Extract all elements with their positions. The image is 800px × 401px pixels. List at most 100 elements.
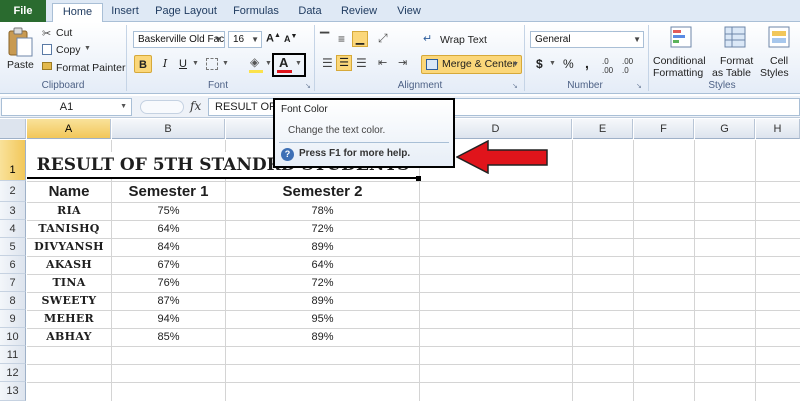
tab-insert[interactable]: Insert [106,3,144,22]
underline-button[interactable]: U [174,55,192,73]
column-header-g[interactable]: G [695,119,755,139]
alignment-dialog-launcher-icon[interactable]: ↘ [512,82,518,90]
wrap-text-button[interactable]: Wrap Text [440,34,487,46]
cell-semester-2[interactable]: 89% [226,292,419,310]
cell-name[interactable]: ABHAY [27,328,111,346]
cell-semester-2[interactable]: 64% [226,256,419,274]
font-color-button[interactable]: A [277,55,293,73]
orientation-icon[interactable]: ⤢ [378,31,388,46]
row-header[interactable]: 6 [0,256,26,274]
align-top-icon[interactable]: ▔ [320,32,329,46]
italic-button[interactable]: I [156,55,174,73]
row-header[interactable]: 8 [0,292,26,310]
align-right-icon[interactable]: ☰ [356,56,367,70]
increase-indent-icon[interactable]: ⇥ [398,56,407,69]
cell-name[interactable]: RIA [27,202,111,220]
cell-semester-1[interactable]: 87% [112,292,225,310]
cell-semester-2[interactable]: 89% [226,238,419,256]
chevron-down-icon[interactable]: ▼ [549,60,556,67]
increase-decimal-icon[interactable]: .0.00 [602,57,613,75]
number-format-select[interactable]: General ▼ [530,31,644,48]
row-header[interactable]: 9 [0,310,26,328]
cell-semester-2[interactable]: 72% [226,274,419,292]
row-header[interactable]: 1 [0,140,26,181]
chevron-down-icon[interactable]: ▼ [512,56,519,73]
align-center-icon[interactable]: ☰ [336,55,352,71]
cell-semester-1[interactable]: 84% [112,238,225,256]
decrease-decimal-icon[interactable]: .00.0 [622,57,633,75]
borders-icon[interactable] [206,58,218,70]
cell-semester-2[interactable]: 72% [226,220,419,238]
header-cell-name[interactable]: Name [27,181,111,202]
chevron-down-icon[interactable]: ▼ [192,60,199,67]
cell-name[interactable]: AKASH [27,256,111,274]
header-cell-semester-2[interactable]: Semester 2 [226,181,419,202]
cell-name[interactable]: TANISHQ [27,220,111,238]
fill-color-icon[interactable]: ◈ [250,55,259,69]
merge-center-button[interactable]: Merge & Center ▼ [421,55,522,74]
conditional-formatting-button[interactable]: Conditional Formatting [652,25,710,79]
shrink-font-icon[interactable]: A▼ [284,33,297,44]
tab-home[interactable]: Home [52,3,103,23]
chevron-down-icon[interactable]: ▼ [265,60,272,67]
tab-file[interactable]: File [0,0,46,22]
column-header-h[interactable]: H [756,119,800,139]
tab-data[interactable]: Data [292,3,328,22]
chevron-down-icon[interactable]: ▼ [222,60,229,67]
cell-semester-1[interactable]: 75% [112,202,225,220]
cell-semester-1[interactable]: 64% [112,220,225,238]
font-dialog-launcher-icon[interactable]: ↘ [305,82,311,90]
copy-button[interactable]: Copy [56,44,81,56]
row-header[interactable]: 4 [0,220,26,238]
cell-name[interactable]: TINA [27,274,111,292]
currency-button[interactable]: $ [536,57,543,71]
cell-name[interactable]: MEHER [27,310,111,328]
align-bottom-icon[interactable]: ▁ [352,31,368,47]
header-cell-semester-1[interactable]: Semester 1 [112,181,225,202]
row-header[interactable]: 12 [0,364,26,382]
tab-view[interactable]: View [390,3,428,22]
insert-function-button[interactable]: fx [190,99,201,113]
cell-name[interactable]: DIVYANSH [27,238,111,256]
column-header-f[interactable]: F [634,119,694,139]
cell-semester-1[interactable]: 85% [112,328,225,346]
cell-styles-button[interactable]: Cell Styles [760,25,798,79]
row-header[interactable]: 10 [0,328,26,346]
cell-semester-1[interactable]: 67% [112,256,225,274]
column-header-a[interactable]: A [27,119,111,139]
cell-semester-1[interactable]: 94% [112,310,225,328]
format-painter-button[interactable]: Format Painter [56,62,125,74]
tab-page-layout[interactable]: Page Layout [150,3,222,22]
comma-button[interactable]: , [585,55,589,71]
percent-button[interactable]: % [563,57,574,71]
bold-button[interactable]: B [134,55,152,73]
align-left-icon[interactable]: ☰ [322,56,333,70]
column-header-e[interactable]: E [573,119,633,139]
formula-bar-handle-icon[interactable] [140,100,184,114]
decrease-indent-icon[interactable]: ⇤ [378,56,387,69]
number-dialog-launcher-icon[interactable]: ↘ [636,82,642,90]
chevron-down-icon[interactable]: ▼ [120,99,127,115]
name-box[interactable]: A1 ▼ [1,98,132,116]
cell-name[interactable]: SWEETY [27,292,111,310]
row-header[interactable]: 2 [0,181,26,202]
cell-semester-2[interactable]: 95% [226,310,419,328]
font-color-dropdown-icon[interactable]: ▼ [295,60,302,67]
row-header[interactable]: 11 [0,346,26,364]
cut-button[interactable]: Cut [56,27,72,39]
tab-formulas[interactable]: Formulas [228,3,284,22]
tab-review[interactable]: Review [336,3,382,22]
cell-semester-2[interactable]: 78% [226,202,419,220]
grow-font-icon[interactable]: A▲ [266,32,281,45]
paste-button[interactable]: Paste [4,25,36,77]
format-as-table-button[interactable]: Format as Table [712,25,758,79]
copy-dropdown-icon[interactable]: ▼ [84,45,91,52]
cell-semester-2[interactable]: 89% [226,328,419,346]
align-middle-icon[interactable]: ≡ [338,32,345,46]
wrap-text-icon[interactable]: ↵ [423,32,432,45]
row-header[interactable]: 13 [0,382,26,401]
row-header[interactable]: 3 [0,202,26,220]
font-name-select[interactable]: Baskerville Old Fac ▼ [133,31,225,48]
cell-semester-1[interactable]: 76% [112,274,225,292]
select-all-corner[interactable] [0,119,26,139]
